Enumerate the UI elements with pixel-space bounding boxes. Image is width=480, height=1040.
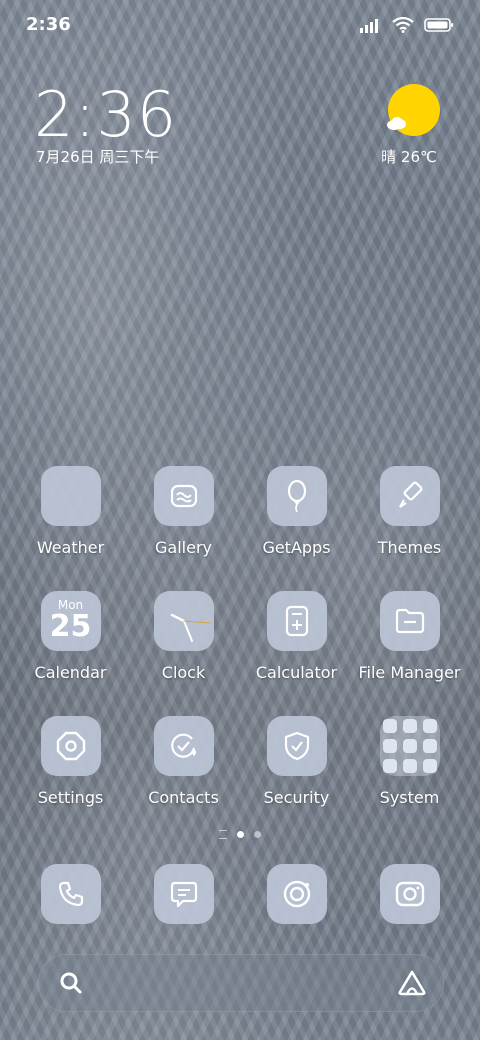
clock-icon bbox=[153, 591, 214, 651]
page-dot bbox=[254, 831, 261, 838]
calendar-day: 25 bbox=[49, 609, 92, 644]
app-themes[interactable]: Themes bbox=[353, 466, 466, 557]
status-time: 2:36 bbox=[26, 14, 71, 35]
app-label: Weather bbox=[36, 538, 105, 557]
app-label: System bbox=[379, 788, 440, 807]
dock-browser[interactable] bbox=[240, 864, 353, 924]
folder-icon bbox=[379, 591, 440, 651]
cloud-icon bbox=[387, 117, 406, 130]
balloon-icon bbox=[266, 466, 327, 526]
app-clock[interactable]: Clock bbox=[127, 591, 240, 682]
page-dot-active bbox=[237, 831, 244, 838]
calculator-icon bbox=[266, 591, 327, 651]
contacts-icon bbox=[153, 716, 214, 776]
weather-widget[interactable]: 晴 26℃ bbox=[381, 84, 444, 167]
app-label: File Manager bbox=[358, 663, 461, 682]
app-label: Themes bbox=[377, 538, 442, 557]
gallery-icon bbox=[153, 466, 214, 526]
app-settings[interactable]: Settings bbox=[14, 716, 127, 807]
app-gallery[interactable]: Gallery bbox=[127, 466, 240, 557]
signal-icon bbox=[360, 19, 378, 33]
weather-icon bbox=[40, 466, 101, 526]
page-indicator[interactable] bbox=[0, 830, 480, 839]
message-icon bbox=[153, 864, 214, 924]
phone-icon bbox=[40, 864, 101, 924]
app-calendar[interactable]: Mon 25 Calendar bbox=[14, 591, 127, 682]
wifi-icon bbox=[392, 17, 414, 33]
app-weather[interactable]: Weather bbox=[14, 466, 127, 557]
shield-icon bbox=[266, 716, 327, 776]
app-label: Calendar bbox=[34, 663, 107, 682]
gear-icon bbox=[40, 716, 101, 776]
browser-icon bbox=[266, 864, 327, 924]
app-contacts[interactable]: Contacts bbox=[127, 716, 240, 807]
feed-page-indicator bbox=[219, 830, 227, 839]
weather-summary: 晴 26℃ bbox=[381, 148, 437, 166]
status-icons bbox=[360, 14, 454, 36]
calendar-icon: Mon 25 bbox=[40, 591, 101, 651]
app-file-manager[interactable]: File Manager bbox=[353, 591, 466, 682]
app-folder-icon bbox=[379, 716, 440, 776]
app-label: Calculator bbox=[255, 663, 338, 682]
dock-messages[interactable] bbox=[127, 864, 240, 924]
sun-icon bbox=[387, 84, 440, 136]
camera-icon bbox=[379, 864, 440, 924]
clock-widget-time[interactable]: 2:36 bbox=[34, 78, 177, 151]
app-system-folder[interactable]: System bbox=[353, 716, 466, 807]
battery-icon bbox=[424, 18, 453, 32]
assistant-icon[interactable] bbox=[397, 969, 427, 997]
app-label: Contacts bbox=[148, 788, 219, 807]
search-icon[interactable] bbox=[59, 971, 83, 995]
brush-icon bbox=[379, 466, 440, 526]
app-calculator[interactable]: Calculator bbox=[240, 591, 353, 682]
status-bar: 2:36 bbox=[0, 0, 480, 50]
dock-phone[interactable] bbox=[14, 864, 127, 924]
app-label: Clock bbox=[161, 663, 206, 682]
app-label: GetApps bbox=[262, 538, 331, 557]
clock-widget-date: 7月26日 周三下午 bbox=[36, 148, 160, 166]
app-label: Settings bbox=[37, 788, 104, 807]
search-bar[interactable] bbox=[38, 954, 444, 1012]
dock-camera[interactable] bbox=[353, 864, 466, 924]
app-security[interactable]: Security bbox=[240, 716, 353, 807]
app-label: Gallery bbox=[155, 538, 212, 557]
app-label: Security bbox=[263, 788, 330, 807]
app-getapps[interactable]: GetApps bbox=[240, 466, 353, 557]
